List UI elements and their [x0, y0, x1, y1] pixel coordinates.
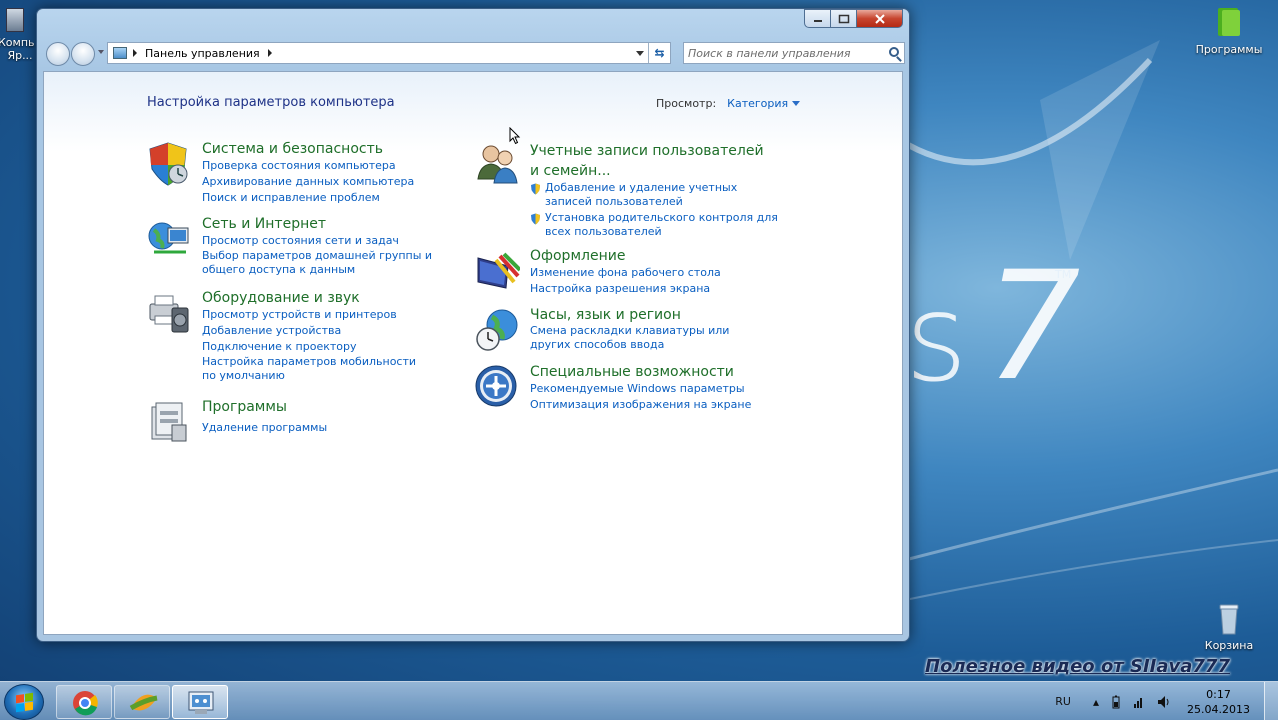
folder-icon	[1214, 6, 1244, 40]
network-globe-icon[interactable]	[146, 216, 192, 262]
category-title-programs[interactable]: Программы	[202, 399, 327, 416]
taskbar-control-panel[interactable]	[172, 685, 228, 719]
link-optimize-display[interactable]: Оптимизация изображения на экране	[530, 397, 751, 413]
category-title-user-accounts[interactable]: Учетные записи пользователей и семейн...	[530, 141, 770, 181]
clock[interactable]: 0:17 25.04.2013	[1187, 687, 1250, 717]
desktop-computer-shortcut[interactable]: Компь - Яр...	[0, 8, 38, 62]
link-backup[interactable]: Архивирование данных компьютера	[202, 174, 414, 190]
battery-icon[interactable]	[1111, 695, 1121, 709]
refresh-icon[interactable]: ⇆	[648, 43, 670, 63]
search-box[interactable]	[683, 42, 905, 64]
address-dropdown-icon[interactable]	[636, 51, 644, 56]
windows-flag-icon	[16, 692, 33, 713]
category-title-accessibility[interactable]: Специальные возможности	[530, 364, 751, 381]
uac-shield-icon	[531, 213, 540, 225]
clock-time: 0:17	[1206, 687, 1231, 701]
appearance-icon[interactable]	[474, 248, 520, 294]
mouse-cursor-icon	[509, 127, 521, 145]
address-bar[interactable]: Панель управления ⇆	[107, 42, 671, 64]
shield-icon[interactable]	[146, 141, 192, 187]
link-change-keyboard[interactable]: Смена раскладки клавиатуры или других сп…	[530, 324, 760, 352]
desktop-computer-label: Компь - Яр...	[0, 36, 38, 62]
content-area: Настройка параметров компьютера Просмотр…	[43, 71, 903, 635]
view-value-link[interactable]: Категория	[727, 97, 788, 110]
link-troubleshoot[interactable]: Поиск и исправление проблем	[202, 190, 414, 206]
close-button[interactable]	[857, 9, 903, 28]
back-button[interactable]	[46, 42, 70, 66]
programs-icon[interactable]	[146, 399, 192, 445]
show-desktop-button[interactable]	[1264, 682, 1278, 720]
link-network-status[interactable]: Просмотр состояния сети и задач	[202, 233, 460, 249]
uac-shield-icon	[531, 183, 540, 195]
recent-pages-dropdown-icon[interactable]	[98, 50, 104, 54]
network-icon[interactable]	[1133, 695, 1145, 709]
link-change-background[interactable]: Изменение фона рабочего стола	[530, 265, 721, 281]
admin-link-row: Добавление и удаление учетных записей по…	[530, 181, 781, 211]
recycle-bin-icon	[1214, 602, 1244, 636]
breadcrumb-control-panel[interactable]: Панель управления	[145, 47, 260, 60]
link-mobility-settings[interactable]: Настройка параметров мобильности по умол…	[202, 355, 422, 383]
system-tray: RU ▴ 0:17 25.04.2013	[1055, 682, 1278, 720]
link-parental-controls[interactable]: Установка родительского контроля для все…	[545, 211, 781, 239]
windows-logo-s: s	[905, 270, 968, 409]
forward-button[interactable]	[71, 42, 95, 66]
volume-icon[interactable]	[1157, 695, 1171, 709]
taskbar-chrome[interactable]	[56, 685, 112, 719]
category-title-system-security[interactable]: Система и безопасность	[202, 141, 414, 158]
users-icon[interactable]	[474, 141, 520, 187]
link-add-remove-accounts[interactable]: Добавление и удаление учетных записей по…	[545, 181, 771, 209]
category-title-clock-language[interactable]: Часы, язык и регион	[530, 307, 760, 324]
windows-logo-7: 7	[985, 240, 1081, 414]
language-indicator[interactable]: RU	[1055, 695, 1071, 708]
search-icon[interactable]	[889, 47, 899, 57]
printer-icon[interactable]	[146, 290, 192, 336]
link-devices-printers[interactable]: Просмотр устройств и принтеров	[202, 307, 422, 323]
control-panel-taskbar-icon	[188, 691, 214, 714]
chrome-icon	[73, 691, 98, 716]
recycle-bin-label: Корзина	[1204, 639, 1254, 652]
view-dropdown-icon[interactable]	[792, 101, 801, 106]
taskbar-winamp[interactable]	[114, 685, 170, 719]
link-add-device[interactable]: Добавление устройства	[202, 323, 422, 339]
link-uninstall-program[interactable]: Удаление программы	[202, 420, 327, 436]
accessibility-icon[interactable]	[474, 364, 520, 410]
view-selector: Просмотр: Категория	[656, 97, 801, 110]
category-title-network[interactable]: Сеть и Интернет	[202, 216, 460, 233]
navigation-toolbar: Панель управления ⇆	[43, 40, 905, 66]
link-recommended-settings[interactable]: Рекомендуемые Windows параметры	[530, 381, 751, 397]
minimize-button[interactable]	[804, 9, 831, 28]
clock-date: 25.04.2013	[1187, 702, 1250, 716]
category-title-hardware[interactable]: Оборудование и звук	[202, 290, 422, 307]
breadcrumb-arrow-icon[interactable]	[267, 49, 272, 57]
desktop-recycle-bin[interactable]: Корзина	[1194, 602, 1264, 652]
control-panel-window: Панель управления ⇆ Настройка параметров…	[36, 8, 910, 642]
desktop-programs-shortcut[interactable]: Программы	[1194, 6, 1264, 56]
link-check-status[interactable]: Проверка состояния компьютера	[202, 158, 414, 174]
show-hidden-icons-icon[interactable]: ▴	[1093, 695, 1099, 709]
taskbar: RU ▴ 0:17 25.04.2013	[0, 681, 1278, 720]
control-panel-icon	[113, 47, 127, 59]
maximize-button[interactable]	[831, 9, 857, 28]
category-title-appearance[interactable]: Оформление	[530, 248, 721, 265]
search-input[interactable]	[688, 46, 888, 60]
windows-logo-tm: TM	[1055, 268, 1072, 281]
link-connect-projector[interactable]: Подключение к проектору	[202, 339, 422, 355]
desktop-programs-label: Программы	[1195, 43, 1263, 56]
computer-icon	[6, 8, 24, 32]
breadcrumb-arrow-icon[interactable]	[133, 49, 137, 57]
watermark-text: Полезное видео от SIIava777	[925, 656, 1230, 677]
link-homegroup[interactable]: Выбор параметров домашней группы и общег…	[202, 249, 460, 277]
window-controls	[804, 9, 903, 28]
winamp-icon	[129, 694, 158, 711]
start-button[interactable]	[4, 684, 44, 720]
clock-globe-icon[interactable]	[474, 307, 520, 353]
page-title: Настройка параметров компьютера	[147, 95, 395, 110]
admin-link-row: Установка родительского контроля для все…	[530, 211, 781, 241]
link-screen-resolution[interactable]: Настройка разрешения экрана	[530, 281, 721, 297]
view-label: Просмотр:	[656, 97, 717, 110]
